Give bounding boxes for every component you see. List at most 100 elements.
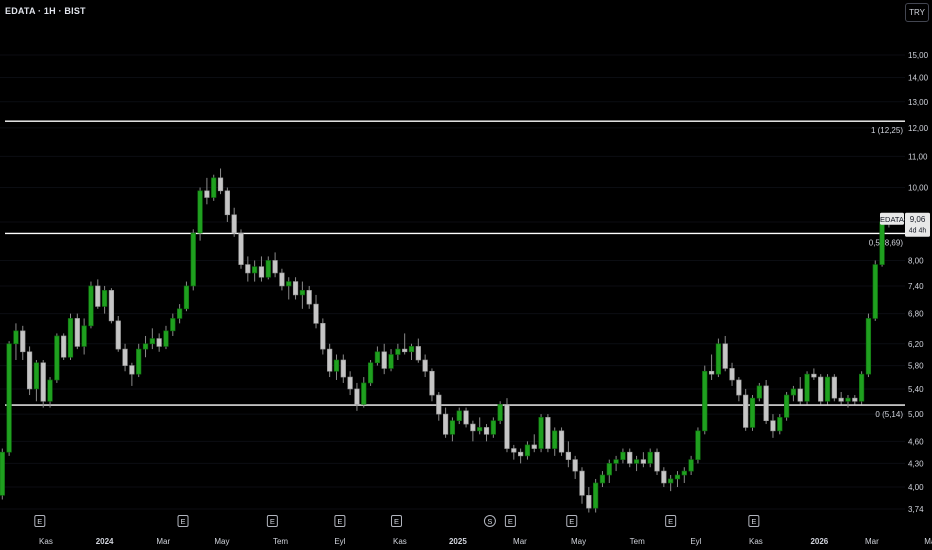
candle-body: [647, 451, 653, 464]
candle-body: [108, 290, 115, 322]
candle-body: [402, 348, 408, 353]
x-tick-label: May: [214, 537, 229, 546]
candle-body: [749, 397, 756, 428]
event-label: E: [37, 517, 42, 526]
x-tick-label: 2025: [449, 537, 467, 546]
candle-body: [74, 318, 80, 347]
event-label: E: [668, 517, 673, 526]
candle-down: [838, 391, 844, 405]
y-tick-label: 10,00: [908, 184, 929, 193]
candle-up: [33, 359, 39, 402]
candle-body: [149, 338, 155, 345]
candle-body: [258, 266, 265, 278]
candle-down: [661, 467, 667, 488]
candle-body: [47, 379, 53, 402]
candle-down: [224, 187, 230, 222]
x-tick-label: Mar: [156, 537, 170, 546]
candle-body: [6, 343, 12, 453]
candle-down: [797, 377, 803, 405]
y-tick-label: 6,20: [908, 340, 924, 349]
candle-down: [115, 316, 121, 352]
candlestick-chart[interactable]: 1 (12,25) 0,5 (8,69) 0 (5,14) 15,00 14,00 13…: [0, 0, 932, 550]
candle-up: [374, 346, 381, 366]
candle-down: [231, 207, 237, 237]
candle-body: [231, 214, 237, 234]
candle-down: [313, 294, 319, 329]
candle-down: [381, 343, 387, 375]
candle-up: [88, 281, 94, 329]
candle-body: [170, 318, 176, 332]
candle-down: [708, 354, 715, 380]
candle-up: [497, 401, 503, 425]
candle-body: [238, 232, 244, 265]
candle-up: [552, 427, 558, 456]
candle-up: [695, 427, 701, 464]
earnings-event-icon: E: [566, 515, 578, 527]
y-tick-label: 15,00: [908, 51, 929, 60]
candle-up: [286, 277, 292, 300]
candle-down: [436, 391, 442, 421]
candle-down: [531, 434, 537, 453]
x-tick-label: Kas: [749, 537, 763, 546]
symbol-title: EDATA · 1H · BIST: [5, 6, 86, 16]
candle-up: [142, 335, 149, 358]
candle-body: [183, 285, 190, 310]
candle-up: [81, 318, 87, 355]
candle-down: [320, 318, 326, 355]
candle-body: [177, 308, 183, 319]
candle-body: [299, 290, 305, 296]
candle-body: [565, 451, 571, 460]
candle-down: [20, 325, 26, 360]
candle-body: [593, 482, 599, 509]
candle-body: [722, 343, 728, 369]
time-axis[interactable]: Kas 2024 Mar May Tem Eyl Kas 2025 Mar May Tem Eyl Ka…: [39, 537, 932, 546]
candle-body: [531, 444, 537, 449]
candle-body: [156, 338, 162, 347]
candle-body: [552, 430, 558, 449]
x-tick-label: Kas: [393, 537, 407, 546]
candle-up: [6, 341, 12, 456]
currency-button[interactable]: TRY: [905, 3, 929, 22]
x-tick-label: 2026: [810, 537, 828, 546]
level-label: 0 (5,14): [875, 410, 903, 419]
x-tick-label: May: [924, 537, 932, 546]
candle-up: [593, 478, 599, 513]
candle-down: [204, 177, 210, 205]
candle-down: [463, 407, 469, 428]
event-label: E: [270, 517, 275, 526]
candle-down: [729, 362, 735, 386]
candle-up: [13, 323, 19, 360]
earnings-event-icon: E: [748, 515, 760, 527]
candle-up: [777, 414, 783, 435]
price-axis[interactable]: 15,0014,0013,0012,0011,0010,009,008,007,…: [908, 51, 929, 514]
candle-body: [67, 318, 74, 358]
candle-body: [136, 348, 142, 375]
candle-body: [845, 397, 851, 402]
candle-body: [449, 420, 456, 435]
candle-down: [640, 452, 646, 468]
candle-body: [415, 346, 421, 361]
candle-body: [483, 427, 490, 435]
candle-body: [743, 394, 749, 428]
candle-up: [620, 448, 626, 464]
candle-body: [497, 404, 503, 421]
candle-up: [477, 417, 483, 435]
candle-body: [265, 260, 271, 278]
candle-up: [647, 448, 653, 468]
candle-body: [217, 177, 224, 192]
candle-down: [347, 371, 353, 396]
candle-up: [333, 354, 340, 380]
candle-down: [572, 455, 578, 479]
event-label: E: [181, 517, 186, 526]
candle-up: [449, 417, 456, 442]
candle-up: [190, 229, 196, 291]
candle-body: [736, 379, 742, 396]
earnings-event-icon: E: [177, 515, 189, 527]
candle-down: [743, 388, 749, 431]
price-tag-countdown: 4d 4h: [909, 227, 927, 234]
candle-up: [756, 382, 762, 402]
x-tick-label: Mar: [865, 537, 879, 546]
candle-down: [852, 395, 858, 405]
candle-up: [865, 313, 872, 378]
candle-body: [545, 417, 551, 449]
